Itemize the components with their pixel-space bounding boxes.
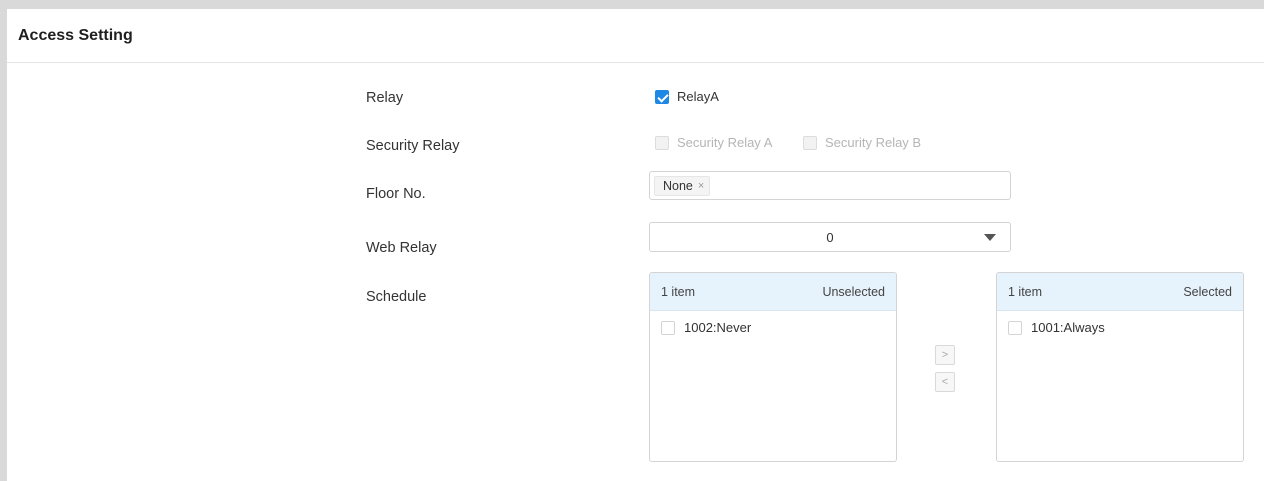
- security-relay-a-label: Security Relay A: [677, 135, 773, 150]
- list-item[interactable]: 1001:Always: [997, 320, 1243, 335]
- close-icon[interactable]: ×: [698, 180, 704, 192]
- panel-header: Access Setting: [7, 9, 1264, 63]
- security-relay-a-checkbox[interactable]: Security Relay A: [655, 135, 772, 150]
- floor-no-label: Floor No.: [366, 186, 426, 202]
- web-relay-select[interactable]: 0: [649, 222, 1011, 252]
- web-relay-label: Web Relay: [366, 240, 437, 256]
- selected-title: Selected: [1183, 284, 1232, 299]
- checkbox-icon: [661, 320, 675, 335]
- floor-tag-label: None: [663, 179, 693, 193]
- floor-no-multiselect[interactable]: None ×: [649, 171, 1011, 200]
- list-item-label: 1001:Always: [1031, 320, 1105, 335]
- floor-tag: None ×: [654, 176, 711, 196]
- caret-down-icon: [984, 234, 996, 241]
- move-left-button[interactable]: <: [935, 372, 955, 392]
- schedule-label: Schedule: [366, 289, 427, 305]
- list-item-label: 1002:Never: [684, 320, 752, 335]
- checkbox-icon: [655, 135, 669, 150]
- selected-count: 1 item: [1008, 284, 1043, 299]
- chevron-right-icon: >: [941, 349, 949, 361]
- checkbox-icon: [803, 135, 817, 150]
- unselected-count: 1 item: [661, 284, 696, 299]
- relay-a-label: RelayA: [677, 89, 719, 104]
- selected-list-header: 1 item Selected: [997, 273, 1243, 311]
- web-relay-value: 0: [826, 230, 834, 245]
- unselected-title: Unselected: [822, 284, 885, 299]
- panel-title: Access Setting: [18, 26, 133, 44]
- move-right-button[interactable]: >: [935, 345, 955, 365]
- schedule-selected-list: 1 item Selected 1001:Always: [996, 272, 1244, 462]
- unselected-list-header: 1 item Unselected: [650, 273, 896, 311]
- chevron-left-icon: <: [941, 376, 949, 388]
- checkbox-checked-icon: [655, 89, 669, 104]
- relay-label: Relay: [366, 90, 404, 106]
- schedule-unselected-list: 1 item Unselected 1002:Never: [649, 272, 897, 462]
- relay-a-checkbox[interactable]: RelayA: [655, 89, 719, 104]
- checkbox-icon: [1008, 320, 1022, 335]
- security-relay-b-checkbox[interactable]: Security Relay B: [803, 135, 921, 150]
- security-relay-b-label: Security Relay B: [825, 135, 922, 150]
- list-item[interactable]: 1002:Never: [650, 320, 896, 335]
- security-relay-label: Security Relay: [366, 138, 460, 154]
